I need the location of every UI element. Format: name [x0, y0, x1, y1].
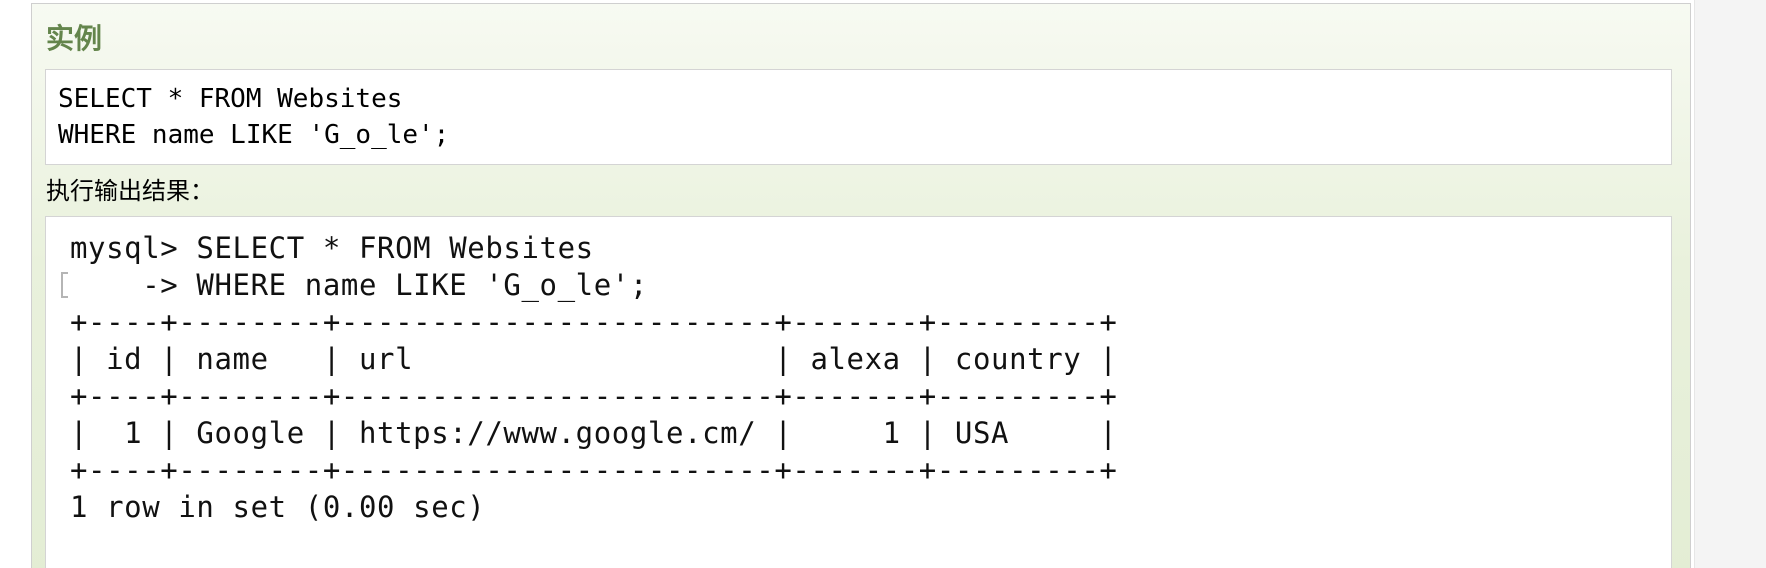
- text-cursor-icon: [61, 272, 68, 298]
- table-border-bottom: +----+--------+------------------------+…: [70, 453, 1118, 487]
- code-line-2: WHERE name LIKE 'G_o_le';: [58, 120, 450, 150]
- row-count-line: 1 row in set (0.00 sec): [70, 490, 486, 524]
- table-border-middle: +----+--------+------------------------+…: [70, 379, 1118, 413]
- table-row: | 1 | Google | https://www.google.cm/ | …: [70, 416, 1118, 450]
- example-title: 实例: [46, 22, 103, 55]
- output-label: 执行输出结果：: [46, 177, 214, 205]
- page-gutter: [1694, 0, 1766, 568]
- table-border-top: +----+--------+------------------------+…: [70, 305, 1118, 339]
- table-header-row: | id | name | url | alexa | country |: [70, 342, 1118, 376]
- sql-code-block[interactable]: SELECT * FROM Websites WHERE name LIKE '…: [45, 69, 1672, 165]
- terminal-output-block[interactable]: mysql> SELECT * FROM Websites -> WHERE n…: [45, 216, 1672, 568]
- code-line-1: SELECT * FROM Websites: [58, 84, 403, 114]
- example-panel: 实例 SELECT * FROM Websites WHERE name LIK…: [31, 3, 1691, 568]
- page: 实例 SELECT * FROM Websites WHERE name LIK…: [0, 0, 1766, 568]
- terminal-continuation-line: -> WHERE name LIKE 'G_o_le';: [70, 268, 648, 302]
- terminal-prompt-line: mysql> SELECT * FROM Websites: [70, 231, 594, 265]
